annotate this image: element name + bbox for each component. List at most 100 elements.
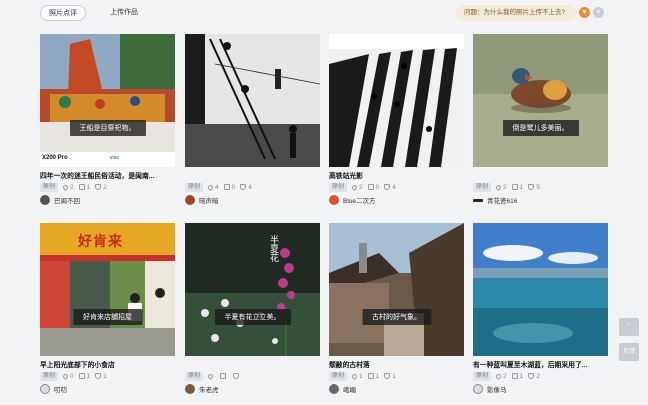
photo-thumbnail[interactable]: 倒是鹭儿多美丽。 bbox=[473, 34, 608, 167]
photo-card[interactable]: 原创 4 0 4 晓声暗 bbox=[185, 34, 320, 210]
photo-card[interactable]: 高铁站光影 原创 2 0 4 Blue二次方 bbox=[329, 34, 464, 210]
author[interactable]: 巴闽不回 bbox=[40, 195, 80, 205]
heart-icon[interactable] bbox=[206, 183, 215, 191]
avatar[interactable] bbox=[329, 195, 339, 205]
comments-count: 1 bbox=[519, 183, 524, 191]
photo-thumbnail[interactable] bbox=[329, 34, 464, 167]
author-name[interactable]: 朱老虎 bbox=[199, 384, 219, 394]
top-bar: 照片点评 上传作品 问题：为什么我的照片上传不上去? ♥ × bbox=[0, 0, 648, 28]
close-icon[interactable]: × bbox=[593, 7, 604, 18]
author-name[interactable]: 晓声暗 bbox=[199, 195, 219, 205]
thumbs-up-icon[interactable] bbox=[384, 184, 391, 190]
thumbs-count: 1 bbox=[392, 372, 396, 380]
comment-icon[interactable] bbox=[367, 184, 374, 190]
photo-thumbnail[interactable]: 半夏花 半夏有花立立美。 bbox=[185, 223, 320, 356]
thumbs-up-icon[interactable] bbox=[233, 373, 240, 379]
tab-upload-works[interactable]: 上传作品 bbox=[102, 5, 146, 21]
author[interactable]: 峨嵋 bbox=[329, 384, 356, 394]
likes-count: 2 bbox=[70, 183, 74, 191]
photo-card[interactable]: 半夏花 半夏有花立立美。 原创 朱老虎 bbox=[185, 223, 320, 399]
feedback-button[interactable]: 反馈 bbox=[619, 343, 639, 361]
back-to-top-button[interactable]: ⌃ bbox=[619, 318, 639, 336]
original-tag: 原创 bbox=[329, 182, 348, 192]
photo-title[interactable]: 有一种蓝叫夏至木湖蓝，后期采用了... bbox=[473, 359, 608, 369]
original-tag: 原创 bbox=[473, 371, 492, 381]
likes-count: 2 bbox=[503, 183, 507, 191]
comments-count: 1 bbox=[519, 372, 524, 380]
thumbs-up-icon[interactable] bbox=[528, 373, 535, 379]
photo-thumbnail[interactable]: 王船是目祭祀物。 X200 Pro vivo bbox=[40, 34, 175, 167]
author[interactable]: 青花瓷616 bbox=[473, 195, 517, 205]
likes-count: 0 bbox=[70, 372, 74, 380]
shop-sign: 好肯来 bbox=[78, 233, 123, 249]
camera-watermark: X200 Pro bbox=[42, 155, 68, 161]
tab-photo-review[interactable]: 照片点评 bbox=[40, 5, 86, 21]
comments-count: 1 bbox=[86, 372, 91, 380]
faq-question-link[interactable]: 问题：为什么我的照片上传不上去? bbox=[456, 5, 576, 21]
photo-card[interactable]: 有一种蓝叫夏至木湖蓝，后期采用了... 原创 2 1 2 影像马 bbox=[473, 223, 608, 399]
comments-count: 1 bbox=[375, 372, 380, 380]
avatar[interactable] bbox=[185, 195, 195, 205]
author-name[interactable]: 叨叨 bbox=[54, 384, 67, 394]
author-name[interactable]: 峨嵋 bbox=[343, 384, 356, 394]
original-tag: 原创 bbox=[185, 182, 204, 192]
heart-icon[interactable] bbox=[61, 183, 70, 191]
photo-thumbnail[interactable] bbox=[185, 34, 320, 167]
avatar[interactable] bbox=[40, 195, 50, 205]
comment-icon[interactable] bbox=[511, 373, 518, 379]
photo-title[interactable]: 四年一次的迷王船民俗活动，是闽南... bbox=[40, 170, 175, 180]
author[interactable]: 影像马 bbox=[473, 384, 507, 394]
comment-icon[interactable] bbox=[78, 373, 85, 379]
avatar[interactable] bbox=[329, 384, 339, 394]
heart-icon[interactable] bbox=[206, 372, 215, 380]
author-name[interactable]: 巴闽不回 bbox=[54, 195, 80, 205]
heart-icon[interactable] bbox=[494, 372, 503, 380]
original-tag: 原创 bbox=[40, 182, 59, 192]
photo-title[interactable]: 颓敝的古村落 bbox=[329, 359, 464, 369]
author[interactable]: Blue二次方 bbox=[329, 195, 376, 205]
avatar[interactable] bbox=[185, 384, 195, 394]
author-name[interactable]: 影像马 bbox=[487, 384, 507, 394]
thumbs-up-icon[interactable] bbox=[95, 373, 102, 379]
avatar[interactable] bbox=[473, 198, 483, 202]
comments-count: 0 bbox=[375, 183, 380, 191]
author[interactable]: 叨叨 bbox=[40, 384, 67, 394]
brand-watermark: vivo bbox=[110, 155, 119, 161]
comment-icon[interactable] bbox=[367, 373, 374, 379]
photo-title[interactable]: 早上阳光底部下的小食店 bbox=[40, 359, 175, 369]
photo-title[interactable]: 高铁站光影 bbox=[329, 170, 464, 180]
photo-card[interactable]: 好肯来 好肯来店舖招屋 早上阳光底部下的小食店 原创 0 1 1 叨叨 bbox=[40, 223, 175, 399]
help-icon[interactable]: ♥ bbox=[579, 7, 590, 18]
likes-count: 2 bbox=[503, 372, 507, 380]
thumbs-up-icon[interactable] bbox=[240, 184, 247, 190]
comment-icon[interactable] bbox=[78, 184, 85, 190]
photo-thumbnail[interactable] bbox=[473, 223, 608, 356]
thumbs-up-icon[interactable] bbox=[384, 373, 391, 379]
thumbs-up-icon[interactable] bbox=[95, 184, 102, 190]
thumbs-count: 4 bbox=[392, 183, 396, 191]
author[interactable]: 晓声暗 bbox=[185, 195, 219, 205]
photo-caption: 倒是鹭儿多美丽。 bbox=[502, 120, 579, 136]
comment-icon[interactable] bbox=[223, 184, 230, 190]
comment-icon[interactable] bbox=[511, 184, 518, 190]
heart-icon[interactable] bbox=[494, 183, 503, 191]
author-name[interactable]: 青花瓷616 bbox=[487, 195, 517, 205]
heart-icon[interactable] bbox=[350, 372, 359, 380]
poem-vertical-text: 半夏花 bbox=[269, 235, 279, 262]
photo-thumbnail[interactable]: 好肯来 好肯来店舖招屋 bbox=[40, 223, 175, 356]
photo-card[interactable]: 王船是目祭祀物。 X200 Pro vivo 四年一次的迷王船民俗活动，是闽南.… bbox=[40, 34, 175, 210]
avatar[interactable] bbox=[473, 384, 483, 394]
comment-icon[interactable] bbox=[220, 373, 227, 379]
photo-card[interactable]: 古村的好气象。 颓敝的古村落 原创 1 1 1 峨嵋 bbox=[329, 223, 464, 399]
avatar[interactable] bbox=[40, 384, 50, 394]
thumbs-count: 4 bbox=[248, 183, 252, 191]
heart-icon[interactable] bbox=[350, 183, 359, 191]
author[interactable]: 朱老虎 bbox=[185, 384, 219, 394]
photo-card[interactable]: 倒是鹭儿多美丽。 原创 2 1 5 青花瓷616 bbox=[473, 34, 608, 210]
thumbs-up-icon[interactable] bbox=[528, 184, 535, 190]
author-name[interactable]: Blue二次方 bbox=[343, 195, 376, 205]
heart-icon[interactable] bbox=[61, 372, 70, 380]
likes-count: 2 bbox=[359, 183, 363, 191]
photo-thumbnail[interactable]: 古村的好气象。 bbox=[329, 223, 464, 356]
photo-caption: 半夏有花立立美。 bbox=[214, 309, 291, 325]
